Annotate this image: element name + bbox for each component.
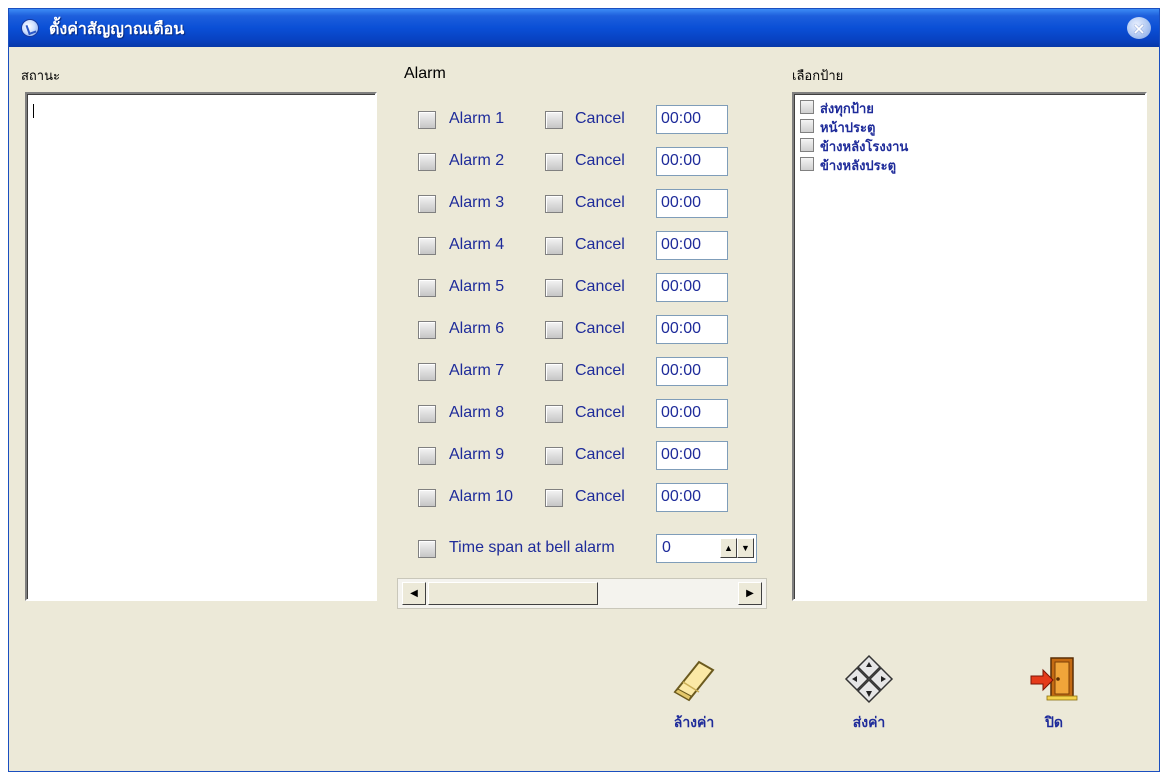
time-span-checkbox[interactable] [418, 540, 436, 558]
cancel-label: Cancel [575, 152, 625, 169]
cancel-checkbox[interactable] [545, 153, 563, 171]
close-button-label: ปิด [1045, 715, 1063, 731]
alarm-checkbox[interactable] [418, 489, 436, 507]
status-label: สถานะ [21, 69, 60, 84]
alarm-label-text: Alarm 3 [449, 194, 505, 211]
alarm-time-input[interactable]: 00:00 [656, 273, 728, 302]
eraser-icon [673, 660, 715, 702]
alarm-time-input[interactable]: 00:00 [656, 105, 728, 134]
sign-select-label: เลือกป้าย [792, 69, 844, 84]
cancel-label: Cancel [575, 404, 625, 421]
close-window-button[interactable]: × [1127, 17, 1151, 39]
alarm-time-input[interactable]: 00:00 [656, 189, 728, 218]
alarm-checkbox[interactable] [418, 237, 436, 255]
cancel-checkbox[interactable] [545, 321, 563, 339]
sign-checkbox[interactable] [800, 119, 814, 133]
alarm-label-text: Alarm 2 [449, 152, 505, 169]
alarm-checkbox[interactable] [418, 279, 436, 297]
alarm-time-input[interactable]: 00:00 [656, 483, 728, 512]
alarm-checkbox[interactable] [418, 363, 436, 381]
cancel-label: Cancel [575, 278, 625, 295]
alarm-time-input[interactable]: 00:00 [656, 315, 728, 344]
alarm-checkbox[interactable] [418, 153, 436, 171]
alarm-settings-window: ตั้งค่าสัญญาณเตือน × สถานะ Alarm Alarm 1… [8, 8, 1160, 772]
send-button-label: ส่งค่า [852, 715, 886, 731]
time-span-label: Time span at bell alarm [449, 539, 615, 556]
alarm-label-text: Alarm 4 [449, 236, 505, 253]
sign-item-label: หน้าประตู [820, 121, 876, 136]
cancel-label: Cancel [575, 446, 625, 463]
sign-item-label: ข้างหลังประตู [820, 159, 897, 174]
cancel-checkbox[interactable] [545, 405, 563, 423]
alarm-time-input[interactable]: 00:00 [656, 357, 728, 386]
title-bar[interactable]: ตั้งค่าสัญญาณเตือน × [9, 9, 1159, 47]
bell-icon [21, 19, 39, 37]
send-button[interactable]: ส่งค่า [824, 634, 914, 744]
exit-door-icon [1030, 657, 1078, 701]
sign-checkbox[interactable] [800, 100, 814, 114]
sign-checkbox[interactable] [800, 157, 814, 171]
alarm-label-text: Alarm 10 [449, 488, 514, 505]
clear-button-label: ล้างค่า [673, 715, 715, 731]
window-title: ตั้งค่าสัญญาณเตือน [49, 19, 185, 38]
close-button[interactable]: ปิด [1009, 634, 1099, 744]
sign-checkbox[interactable] [800, 138, 814, 152]
cancel-label: Cancel [575, 362, 625, 379]
clear-button[interactable]: ล้างค่า [649, 634, 739, 744]
cancel-label: Cancel [575, 236, 625, 253]
cancel-checkbox[interactable] [545, 111, 563, 129]
alarm-label-text: Alarm 8 [449, 404, 505, 421]
cancel-checkbox[interactable] [545, 279, 563, 297]
scroll-right-icon[interactable]: ▶ [738, 582, 762, 605]
alarm-label-text: Alarm 1 [449, 110, 505, 127]
cancel-label: Cancel [575, 194, 625, 211]
alarm-checkbox[interactable] [418, 405, 436, 423]
scroll-left-icon[interactable]: ◀ [402, 582, 426, 605]
alarm-horizontal-scrollbar[interactable]: ◀ ▶ [397, 578, 767, 609]
sign-item-label: ส่งทุกป้าย [820, 102, 874, 117]
cancel-checkbox[interactable] [545, 489, 563, 507]
alarm-checkbox[interactable] [418, 321, 436, 339]
alarm-time-input[interactable]: 00:00 [656, 441, 728, 470]
alarm-label: Alarm [404, 65, 446, 82]
alarm-time-input[interactable]: 00:00 [656, 399, 728, 428]
alarm-label-text: Alarm 5 [449, 278, 505, 295]
scrollbar-thumb[interactable] [428, 582, 598, 605]
alarm-checkbox[interactable] [418, 195, 436, 213]
spin-down-button[interactable]: ▼ [737, 538, 754, 558]
sign-item-label: ข้างหลังโรงงาน [820, 140, 909, 155]
cancel-checkbox[interactable] [545, 363, 563, 381]
alarm-time-input[interactable]: 00:00 [656, 147, 728, 176]
time-span-spinner[interactable]: 0 ▲ ▼ [656, 534, 757, 563]
cancel-label: Cancel [575, 488, 625, 505]
cancel-label: Cancel [575, 320, 625, 337]
spin-up-button[interactable]: ▲ [720, 538, 737, 558]
alarm-checkbox[interactable] [418, 447, 436, 465]
diamond-arrows-icon [844, 654, 894, 704]
cancel-checkbox[interactable] [545, 237, 563, 255]
status-textarea[interactable] [25, 92, 377, 601]
cancel-checkbox[interactable] [545, 447, 563, 465]
alarm-checkbox[interactable] [418, 111, 436, 129]
text-caret [33, 104, 34, 118]
alarm-time-input[interactable]: 00:00 [656, 231, 728, 260]
alarm-label-text: Alarm 6 [449, 320, 505, 337]
cancel-checkbox[interactable] [545, 195, 563, 213]
cancel-label: Cancel [575, 110, 625, 127]
alarm-label-text: Alarm 9 [449, 446, 505, 463]
time-span-value: 0 [662, 539, 671, 556]
sign-list[interactable]: ส่งทุกป้าย หน้าประตู ข้างหลังโรงงาน ข้าง… [792, 92, 1147, 601]
alarm-label-text: Alarm 7 [449, 362, 505, 379]
spinner-buttons: ▲ ▼ [720, 538, 754, 558]
